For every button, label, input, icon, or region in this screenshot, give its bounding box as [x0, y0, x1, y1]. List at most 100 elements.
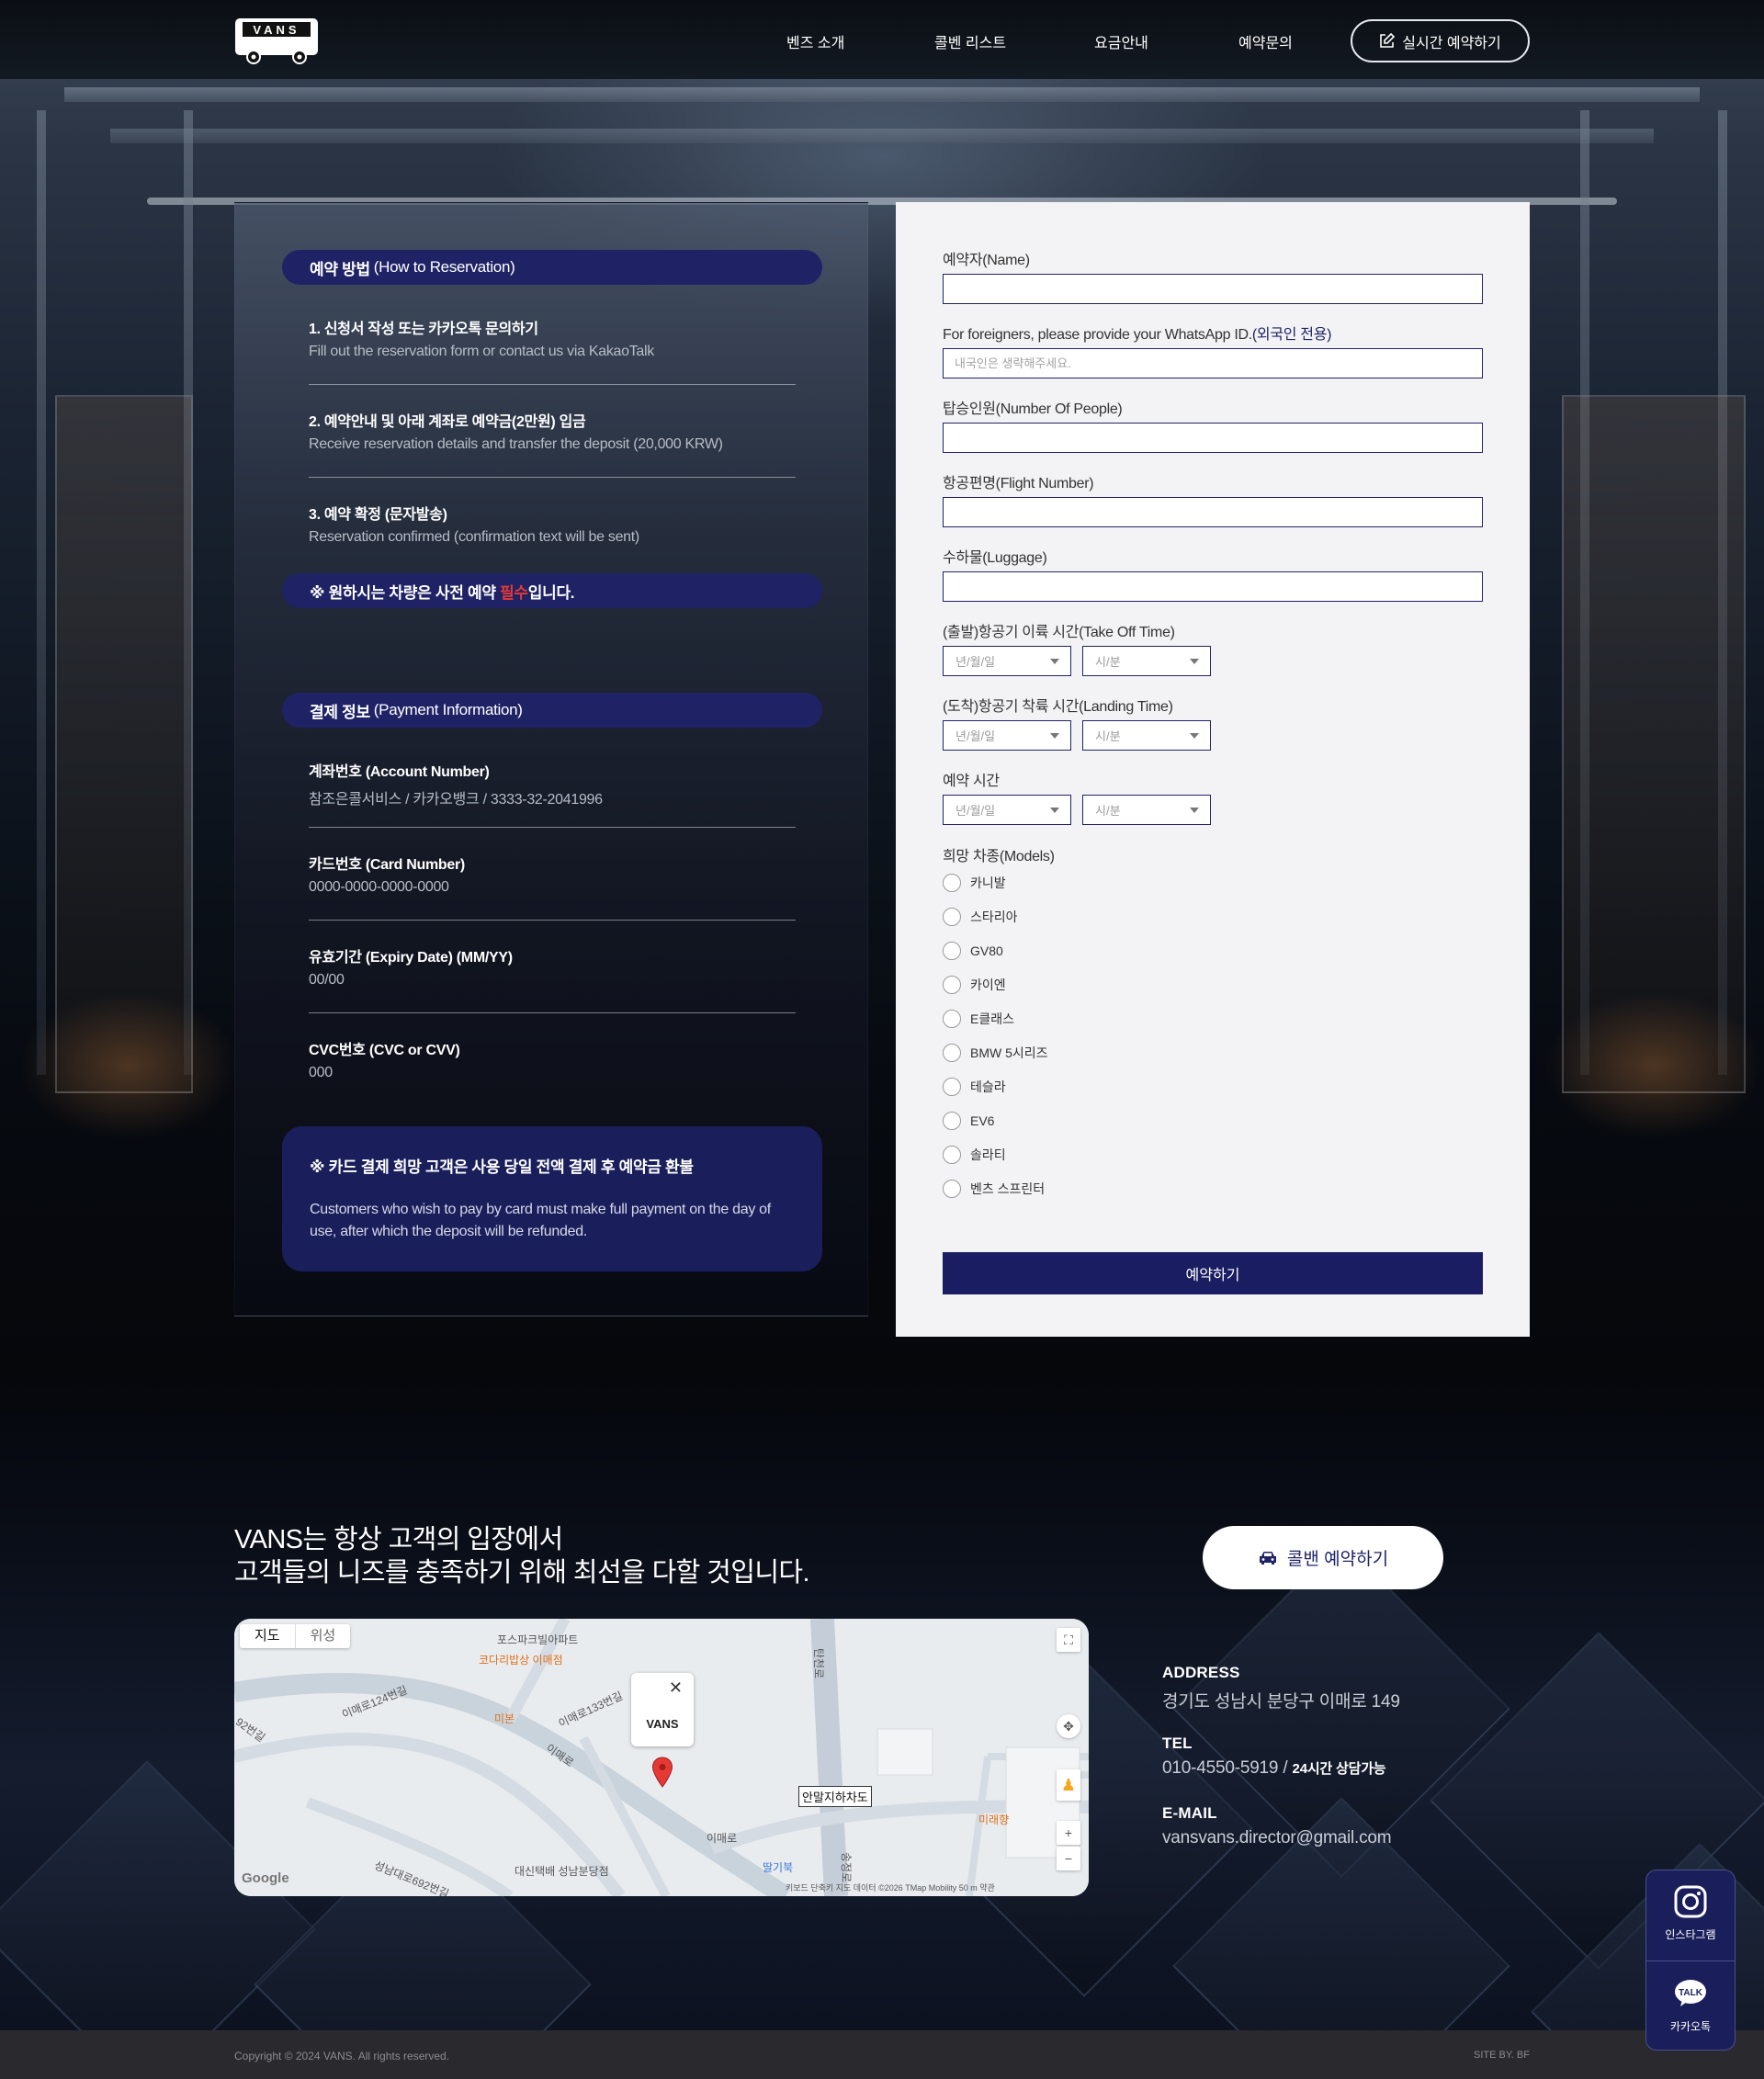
email-label: E-MAIL — [1162, 1804, 1217, 1822]
step-title: 2. 예약안내 및 아래 계좌로 예약금(2만원) 입금 — [309, 414, 586, 430]
model-option[interactable]: BMW 5시리즈 — [943, 1044, 1048, 1062]
floating-quick-links: 인스타그램 TALK 카카오톡 — [1645, 1870, 1736, 2051]
payment-item-title: 카드번호 (Card Number) — [309, 857, 465, 873]
reserve-date-select[interactable]: 년/월/일 — [943, 795, 1071, 825]
step-desc: Receive reservation details and transfer… — [309, 436, 723, 452]
address-label: ADDRESS — [1162, 1664, 1240, 1681]
copyright: Copyright © 2024 VANS. All rights reserv… — [234, 2050, 450, 2062]
model-option[interactable]: 테슬라 — [943, 1078, 1006, 1096]
people-input[interactable] — [943, 423, 1483, 453]
tab-map[interactable]: 지도 — [240, 1624, 295, 1648]
ceiling-beam — [110, 129, 1654, 143]
how-to-title-en: (How to Reservation) — [373, 258, 515, 276]
location-map[interactable]: 지도 위성 ⛶ ✥ ♟ + − 포스파크빌아파트 코다리밥상 이매점 미본 이매… — [234, 1619, 1089, 1896]
model-label: 카이엔 — [970, 977, 1006, 992]
payment-item-value: 참조은콜서비스 / 카카오뱅크 / 3333-32-2041996 — [309, 792, 603, 808]
payment-title-en: (Payment Information) — [373, 701, 523, 718]
model-label: EV6 — [970, 1113, 995, 1128]
takeoff-date-select[interactable]: 년/월/일 — [943, 646, 1071, 676]
model-option[interactable]: EV6 — [943, 1112, 994, 1130]
model-option[interactable]: GV80 — [943, 942, 1003, 960]
radio-circle[interactable] — [943, 1180, 961, 1198]
notice-prefix: ※ 원하시는 차량은 사전 예약 — [310, 583, 501, 602]
callvan-book-label: 콜밴 예약하기 — [1286, 1550, 1389, 1569]
landing-time-select[interactable]: 시/분 — [1082, 720, 1211, 751]
submit-reservation-button[interactable]: 예약하기 — [943, 1252, 1483, 1294]
chevron-down-icon — [1190, 659, 1199, 664]
model-option[interactable]: 스타리아 — [943, 908, 1018, 926]
radio-circle[interactable] — [943, 976, 961, 994]
payment-header: 결제 정보 (Payment Information) — [282, 693, 822, 728]
radio-circle[interactable] — [943, 1146, 961, 1164]
fullscreen-icon[interactable]: ⛶ — [1057, 1628, 1080, 1652]
nav-item-about[interactable]: 벤즈 소개 — [786, 30, 844, 52]
card-notice-desc: Customers who wish to pay by card must m… — [310, 1202, 771, 1239]
radio-circle[interactable] — [943, 1112, 961, 1130]
model-option[interactable]: 솔라티 — [943, 1146, 1006, 1164]
divider — [309, 477, 796, 478]
model-label: 테슬라 — [970, 1079, 1006, 1094]
models-label: 희망 차종(Models) — [943, 849, 1055, 864]
flight-label: 항공편명(Flight Number) — [943, 476, 1094, 492]
pillar — [37, 110, 46, 1075]
chevron-down-icon — [1050, 808, 1059, 813]
payment-item-value: 00/00 — [309, 972, 345, 988]
floor-glow — [1544, 992, 1764, 1139]
address-value: 경기도 성남시 분당구 이매로 149 — [1162, 1692, 1400, 1712]
email-value[interactable]: vansvans.director@gmail.com — [1162, 1828, 1392, 1848]
notice-suffix: 입니다. — [527, 583, 575, 602]
kakaotalk-link[interactable]: TALK 카카오톡 — [1646, 1975, 1735, 2034]
map-attribution: 키보드 단축키 지도 데이터 ©2026 TMap Mobility 50 m … — [786, 1883, 995, 1893]
model-label: E클래스 — [970, 1011, 1014, 1026]
chevron-down-icon — [1050, 659, 1059, 664]
callvan-book-button[interactable]: 콜밴 예약하기 — [1203, 1526, 1443, 1589]
nav-item-inquiry[interactable]: 예약문의 — [1238, 30, 1293, 52]
name-label: 예약자(Name) — [943, 253, 1030, 268]
reserve-time-select[interactable]: 시/분 — [1082, 795, 1211, 825]
date-placeholder: 년/월/일 — [956, 729, 996, 743]
map-pin-icon[interactable] — [651, 1757, 673, 1788]
luggage-input[interactable] — [943, 571, 1483, 602]
model-option[interactable]: 카니발 — [943, 874, 1006, 892]
radio-circle[interactable] — [943, 908, 961, 926]
street-view-icon[interactable]: ♟ — [1057, 1769, 1080, 1801]
close-icon[interactable]: ✕ — [669, 1678, 683, 1698]
model-label: 솔라티 — [970, 1147, 1006, 1162]
map-label: 이매로 — [707, 1832, 738, 1845]
radio-circle[interactable] — [943, 942, 961, 960]
instagram-link[interactable]: 인스타그램 — [1646, 1883, 1735, 1942]
reservation-info-panel: 예약 방법 (How to Reservation) 1. 신청서 작성 또는 … — [234, 202, 868, 1316]
zoom-out-icon[interactable]: − — [1057, 1847, 1080, 1870]
radio-circle[interactable] — [943, 874, 961, 892]
nav-item-pricing[interactable]: 요금안내 — [1094, 30, 1148, 52]
name-input[interactable] — [943, 274, 1483, 304]
map-label: 포스파크빌아파트 — [497, 1633, 579, 1646]
model-option[interactable]: 벤츠 스프린터 — [943, 1180, 1045, 1198]
flight-input[interactable] — [943, 497, 1483, 527]
radio-circle[interactable] — [943, 1010, 961, 1028]
step-title: 1. 신청서 작성 또는 카카오톡 문의하기 — [309, 322, 538, 337]
ceiling-beam — [64, 87, 1700, 102]
tel-separator: / — [1278, 1758, 1293, 1778]
instagram-icon — [1674, 1885, 1707, 1918]
locate-icon[interactable]: ✥ — [1057, 1714, 1080, 1738]
card-payment-notice: ※ 카드 결제 희망 고객은 사용 당일 전액 결제 후 예약금 환불 Cust… — [282, 1126, 822, 1271]
tel-note: 24시간 상담가능 — [1292, 1761, 1386, 1777]
reservation-form: 예약자(Name) For foreigners, please provide… — [896, 202, 1530, 1337]
model-label: 카니발 — [970, 876, 1006, 890]
takeoff-time-select[interactable]: 시/분 — [1082, 646, 1211, 676]
model-option[interactable]: 카이엔 — [943, 976, 1006, 994]
tel-value[interactable]: 010-4550-5919 — [1162, 1758, 1278, 1778]
chevron-down-icon — [1190, 808, 1199, 813]
nav-item-callvan-list[interactable]: 콜벤 리스트 — [934, 30, 1006, 52]
radio-circle[interactable] — [943, 1044, 961, 1062]
divider — [309, 1012, 796, 1013]
radio-circle[interactable] — [943, 1078, 961, 1096]
landing-date-select[interactable]: 년/월/일 — [943, 720, 1071, 751]
whatsapp-input[interactable] — [943, 348, 1483, 379]
realtime-reservation-button[interactable]: 실시간 예약하기 — [1351, 19, 1530, 62]
model-option[interactable]: E클래스 — [943, 1010, 1014, 1028]
zoom-in-icon[interactable]: + — [1057, 1821, 1080, 1845]
tab-satellite[interactable]: 위성 — [294, 1624, 351, 1648]
step-desc: Fill out the reservation form or contact… — [309, 344, 654, 359]
